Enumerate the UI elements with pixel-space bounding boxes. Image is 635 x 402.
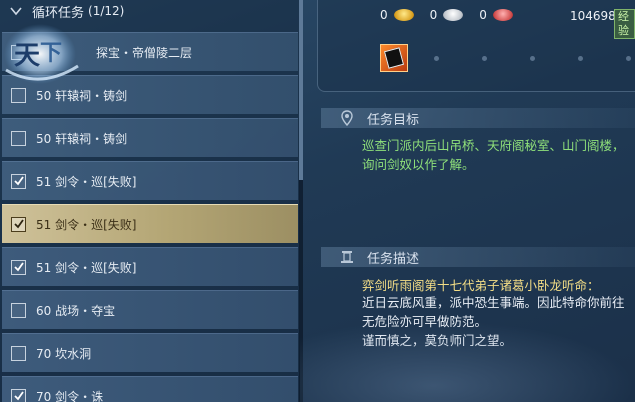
silver-amount: 0 <box>429 8 438 22</box>
scroll-item-icon <box>383 47 405 69</box>
red-reward: 0 <box>479 8 513 22</box>
task-category-count: (1/12) <box>88 4 125 18</box>
task-row-label: 51 剑令・巡[失败] <box>36 174 137 189</box>
task-row-label: 50 轩辕祠・铸剑 <box>36 131 128 146</box>
task-row[interactable]: 70 坎水洞 <box>2 333 298 372</box>
silver-coin-icon <box>443 9 464 21</box>
description-section-header: 任务描述 <box>321 247 635 267</box>
checkbox-checked[interactable] <box>11 216 26 232</box>
red-amount: 0 <box>479 8 487 22</box>
task-row-label: 60 战场・夺宝 <box>36 303 116 318</box>
goal-section-header: 任务目标 <box>321 108 635 128</box>
description-speaker-line: 弈剑听雨阁第十七代弟子诸葛小卧龙听命： <box>362 278 600 293</box>
task-row-label: 探宝・帝僧陵二层 <box>96 45 193 60</box>
task-row[interactable]: 60 战场・夺宝 <box>2 290 298 329</box>
task-row-label: 51 剑令・巡[失败] <box>36 217 137 232</box>
goal-section-title: 任务目标 <box>367 112 420 128</box>
empty-slot-dot <box>626 56 631 61</box>
task-row-label: 70 坎水洞 <box>36 346 92 361</box>
check-icon <box>13 391 24 401</box>
gold-reward: 0 <box>380 8 414 22</box>
task-row[interactable]: 51 剑令・巡[失败] <box>2 247 298 286</box>
svg-text:天: 天 <box>14 41 40 71</box>
gold-coin-icon <box>393 9 414 21</box>
scroll-stand-icon <box>341 251 353 263</box>
exp-badge: 经验 <box>614 9 635 39</box>
task-row-label: 51 剑令・巡[失败] <box>36 260 137 275</box>
exp-amount: 104698 <box>570 9 616 23</box>
checkbox[interactable] <box>11 302 26 318</box>
checkbox-checked[interactable] <box>11 388 26 402</box>
scrollbar-thumb[interactable] <box>299 0 303 180</box>
gold-amount: 0 <box>380 8 388 22</box>
checkbox-checked[interactable] <box>11 173 26 189</box>
task-row[interactable]: 51 剑令・巡[失败] <box>2 204 298 243</box>
check-icon <box>13 262 24 272</box>
reward-slot-dots <box>414 56 635 61</box>
empty-slot-dot <box>578 56 583 61</box>
empty-slot-dot <box>434 56 439 61</box>
reward-box: 0 0 0 104698 经验 <box>317 0 635 92</box>
task-row[interactable]: 70 剑令・诛 <box>2 376 298 402</box>
location-pin-icon <box>341 110 353 126</box>
game-logo: 天 下 <box>4 24 79 84</box>
task-row-label: 70 剑令・诛 <box>36 389 104 402</box>
checkbox[interactable] <box>11 130 26 146</box>
currency-row: 0 0 0 <box>380 8 529 22</box>
chevron-down-icon <box>10 7 22 16</box>
checkbox-checked[interactable] <box>11 259 26 275</box>
goal-text: 巡查门派内后山吊桥、天府阁秘室、山门阁楼， 询问剑奴以作了解。 <box>362 138 625 172</box>
reward-item-slot[interactable] <box>380 44 408 72</box>
task-row[interactable]: 50 轩辕祠・铸剑 <box>2 118 298 157</box>
description-section-title: 任务描述 <box>367 251 420 267</box>
red-coin-icon <box>492 9 513 21</box>
task-row[interactable]: 51 剑令・巡[失败] <box>2 161 298 200</box>
background-mist <box>300 320 635 402</box>
svg-text:下: 下 <box>40 40 62 66</box>
empty-slot-dot <box>530 56 535 61</box>
check-icon <box>13 176 24 186</box>
check-icon <box>13 219 24 229</box>
silver-reward: 0 <box>430 8 464 22</box>
empty-slot-dot <box>482 56 487 61</box>
checkbox[interactable] <box>11 345 26 361</box>
